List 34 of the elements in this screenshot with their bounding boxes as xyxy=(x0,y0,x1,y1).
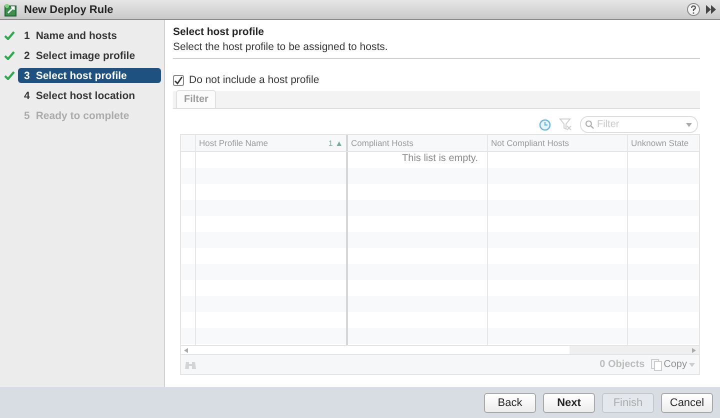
wizard-button[interactable]: Next xyxy=(543,392,595,412)
search-icon xyxy=(585,120,594,129)
horizontal-scrollbar[interactable] xyxy=(181,345,699,354)
column-header[interactable]: Compliant Hosts xyxy=(351,138,484,148)
column-header[interactable]: Host Profile Name xyxy=(199,138,328,148)
page-subtitle: Select the host profile to be assigned to hosts. xyxy=(173,41,389,53)
caret-icon xyxy=(689,362,695,366)
copy-icon xyxy=(650,358,662,370)
scroll-left-icon[interactable] xyxy=(184,348,188,352)
caret-icon[interactable] xyxy=(686,123,692,127)
binoculars-icon[interactable] xyxy=(185,360,196,370)
sort-indicator[interactable]: 1 ▲ xyxy=(328,138,343,148)
help-icon[interactable] xyxy=(687,3,700,16)
wizard-icon xyxy=(4,2,18,16)
page-title: Select host profile xyxy=(173,26,266,38)
wizard-step[interactable]: 1 Name and hosts xyxy=(18,28,161,43)
checkbox[interactable] xyxy=(173,74,184,86)
clock-icon[interactable] xyxy=(539,118,551,130)
column-header[interactable]: Not Compliant Hosts xyxy=(491,138,624,148)
wizard-button[interactable]: Back xyxy=(484,392,536,412)
wizard-button[interactable]: Cancel xyxy=(661,392,713,412)
empty-message: This list is empty. xyxy=(401,153,479,164)
wizard-step[interactable]: 4 Select host location xyxy=(18,88,161,103)
scroll-right-icon[interactable] xyxy=(692,348,696,352)
column-header[interactable]: Unknown State xyxy=(631,138,696,148)
tab[interactable]: Filter xyxy=(176,90,216,108)
wizard-step[interactable]: 3 Select host profile xyxy=(18,68,161,83)
wizard-step[interactable]: 2 Select image profile xyxy=(18,48,161,63)
clear-filter-icon[interactable] xyxy=(559,118,572,131)
object-count: 0 Objects xyxy=(598,359,645,370)
checkbox-label: Do not include a host profile xyxy=(189,74,320,86)
window-title: New Deploy Rule xyxy=(24,4,114,16)
fast-forward-icon[interactable] xyxy=(706,5,716,14)
copy-button[interactable]: Copy xyxy=(650,358,695,370)
